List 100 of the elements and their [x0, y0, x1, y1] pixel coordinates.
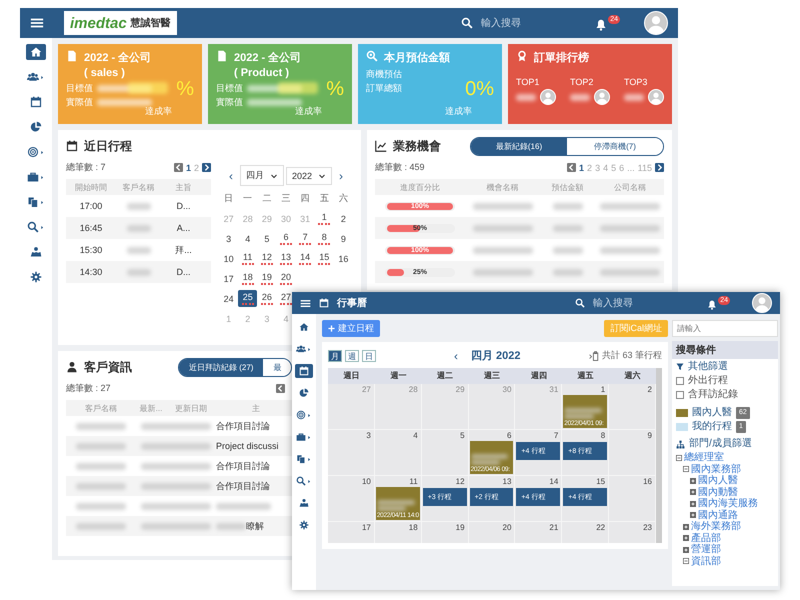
- expand-icon: [683, 546, 689, 553]
- tree-item[interactable]: 海外業務部: [683, 521, 778, 532]
- view-button[interactable]: 月: [328, 350, 342, 362]
- calendar-day[interactable]: 24: [219, 290, 238, 307]
- previous-page-button[interactable]: [567, 163, 576, 172]
- calendar-day[interactable]: 17: [219, 270, 238, 287]
- calendar-day[interactable]: 19: [257, 270, 276, 287]
- column-header: 主旨: [174, 182, 192, 192]
- home-icon: [299, 322, 309, 332]
- previous-month-button[interactable]: ‹: [224, 168, 238, 182]
- table-cell-text: A...: [176, 223, 192, 233]
- menu-button[interactable]: [30, 16, 44, 30]
- blurred-text: [552, 246, 582, 254]
- calendar-day[interactable]: 4: [238, 230, 258, 247]
- calendar-day[interactable]: 25: [238, 290, 258, 307]
- weekday-header: 週四: [515, 368, 562, 384]
- day-number: 14: [548, 477, 560, 486]
- notification-button[interactable]: [595, 19, 608, 31]
- view-button[interactable]: 週: [345, 350, 359, 362]
- weekday-header: 週六: [609, 368, 656, 384]
- page-link[interactable]: 1: [186, 162, 191, 172]
- previous-page-button[interactable]: [276, 384, 285, 393]
- calendar-day[interactable]: 5: [257, 230, 276, 247]
- notification-button[interactable]: [707, 300, 718, 310]
- avatar[interactable]: [752, 293, 772, 313]
- home-icon: [30, 46, 42, 58]
- filter-icon: [676, 363, 684, 371]
- event-marker: [242, 263, 254, 265]
- nav-button[interactable]: [26, 44, 46, 60]
- filter-title: 其他篩選: [688, 361, 728, 373]
- tab[interactable]: 最新紀錄(16): [471, 138, 567, 154]
- blurred-text: [472, 224, 532, 232]
- checkbox[interactable]: [676, 377, 684, 385]
- calendar-icon: [30, 96, 42, 108]
- calendar-day[interactable]: 10: [219, 250, 238, 267]
- caret-icon: [307, 412, 312, 418]
- blurred-text: [126, 202, 150, 210]
- month-select[interactable]: 四月: [240, 165, 284, 186]
- calendar-day[interactable]: 8: [314, 230, 334, 247]
- day-number: 17: [360, 523, 372, 532]
- tree-item[interactable]: 營運部: [683, 544, 778, 556]
- card-label: 目標值: [66, 82, 93, 95]
- year-select[interactable]: 2022: [286, 166, 332, 184]
- card-label: 訂單總額: [366, 82, 402, 95]
- blurred-text: [76, 462, 126, 470]
- nav-button[interactable]: [295, 364, 313, 378]
- calendar-day[interactable]: 9: [334, 230, 353, 247]
- tree-item[interactable]: 資訊部: [683, 556, 778, 567]
- calendar-day[interactable]: 3: [219, 230, 238, 247]
- next-page-button[interactable]: [655, 163, 664, 172]
- table-cell-text: 16:45: [78, 223, 104, 233]
- section-heading: 搜尋條件: [672, 341, 778, 359]
- day-number: 15: [595, 477, 606, 486]
- calendar-day[interactable]: 15: [314, 250, 334, 267]
- calendar-day[interactable]: 18: [238, 270, 258, 287]
- calendar-day[interactable]: 13: [276, 250, 296, 267]
- card-label: 實際值: [216, 96, 243, 109]
- calendar-day[interactable]: 7: [296, 230, 315, 247]
- avatar[interactable]: [644, 11, 668, 35]
- page-link[interactable]: 1: [579, 162, 584, 172]
- menu-button[interactable]: [300, 298, 311, 308]
- next-page-button[interactable]: [202, 163, 211, 172]
- table-cell-text: 拜...: [174, 244, 193, 256]
- checkbox[interactable]: [676, 391, 684, 399]
- search-field[interactable]: 請輸入: [672, 320, 778, 337]
- blurred-text: [552, 268, 582, 276]
- tree-item[interactable]: 國內人醫: [690, 475, 778, 486]
- blurred-text: [247, 99, 302, 106]
- collapse-icon: [683, 558, 689, 564]
- table-cell: 合作項目討論: [216, 460, 270, 472]
- card-label: 實際值: [66, 96, 93, 109]
- calendar-day[interactable]: 14: [296, 250, 315, 267]
- previous-month-button[interactable]: ‹: [449, 348, 463, 362]
- calendar-day[interactable]: 20: [276, 270, 296, 287]
- search-field[interactable]: 輸入搜尋: [479, 16, 564, 30]
- event-marker: [260, 263, 273, 265]
- tree-item[interactable]: 總經理室: [676, 452, 778, 464]
- next-month-button[interactable]: ›: [334, 168, 348, 182]
- table-cell-text: 15:30: [78, 245, 104, 255]
- calendar-day[interactable]: 12: [257, 250, 276, 267]
- calendar-day[interactable]: 11: [238, 250, 258, 267]
- tab[interactable]: 近日拜訪紀錄 (27): [179, 358, 264, 376]
- briefcase-icon: [27, 171, 39, 183]
- tree-item[interactable]: 國內動醫: [690, 486, 778, 498]
- event-marker: [280, 263, 292, 265]
- tree-item[interactable]: 國內海芙服務: [690, 498, 778, 510]
- calendar-day[interactable]: 1: [314, 210, 334, 227]
- tree-item[interactable]: 產品部: [683, 532, 778, 544]
- calendar-day[interactable]: 2: [334, 210, 353, 227]
- blurred-text: [76, 482, 126, 490]
- view-button[interactable]: 日: [362, 350, 376, 362]
- calendar-day[interactable]: 16: [334, 250, 353, 267]
- search-field[interactable]: 輸入搜尋: [591, 296, 676, 310]
- tree-item[interactable]: 國內通路: [690, 510, 778, 521]
- column-header: 更新日期: [174, 402, 208, 414]
- calendar-day[interactable]: 6: [276, 230, 296, 247]
- documents-icon: [27, 196, 39, 208]
- calendar-day[interactable]: 26: [257, 290, 276, 307]
- tree-item[interactable]: 國內業務部: [683, 464, 778, 475]
- previous-page-button[interactable]: [174, 163, 183, 172]
